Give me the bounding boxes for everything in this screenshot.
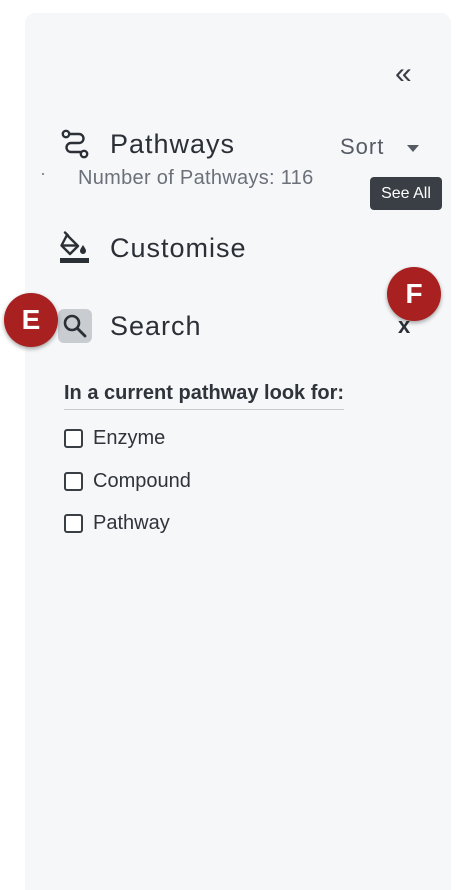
scroll-tick: [42, 173, 44, 175]
collapse-sidebar-button[interactable]: «: [395, 59, 412, 89]
annotation-badge-f: F: [387, 267, 441, 321]
route-icon: [61, 129, 89, 159]
chevron-down-icon[interactable]: [407, 145, 419, 152]
checkbox-box[interactable]: [64, 513, 83, 533]
checkbox-label[interactable]: Compound: [93, 471, 191, 491]
checkbox-box[interactable]: [64, 471, 83, 491]
checkbox-label[interactable]: Enzyme: [93, 428, 165, 448]
pathways-title[interactable]: Pathways: [110, 131, 235, 158]
filter-heading: In a current pathway look for:: [64, 381, 345, 410]
paint-bucket-icon: [60, 231, 89, 263]
checkbox-enzyme[interactable]: Enzyme: [64, 425, 165, 451]
sidebar-panel: « Pathways Sort Number of Pathways: 116 …: [25, 13, 451, 890]
pathway-count: Number of Pathways: 116: [78, 167, 314, 189]
checkbox-label[interactable]: Pathway: [93, 513, 170, 533]
checkbox-compound[interactable]: Compound: [64, 468, 191, 494]
annotation-badge-e: E: [4, 293, 58, 347]
checkbox-pathway[interactable]: Pathway: [64, 510, 170, 536]
sort-dropdown[interactable]: Sort: [340, 136, 384, 158]
see-all-tooltip[interactable]: See All: [370, 177, 442, 210]
customise-title[interactable]: Customise: [110, 235, 247, 262]
search-title[interactable]: Search: [110, 313, 202, 340]
checkbox-box[interactable]: [64, 428, 83, 448]
search-icon: [63, 314, 87, 338]
search-icon-button[interactable]: [58, 309, 92, 343]
